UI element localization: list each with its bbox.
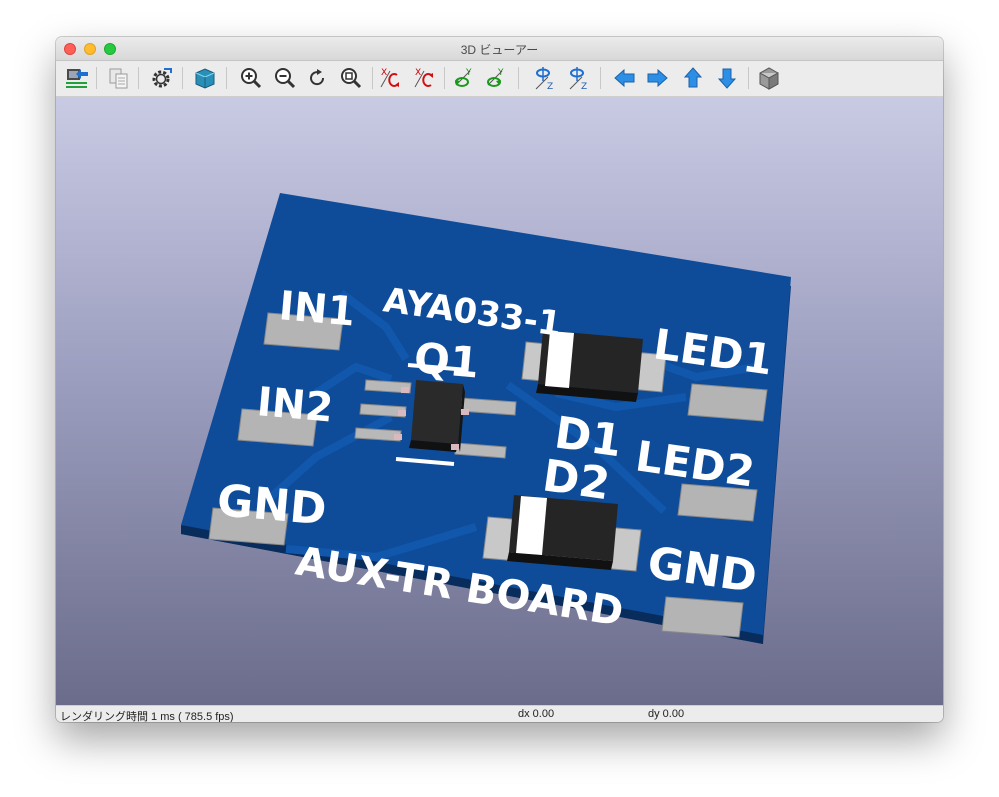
dy-status: dy 0.00 — [648, 708, 685, 720]
ortho-view-button[interactable] — [756, 65, 782, 91]
arrow-right-icon — [647, 68, 668, 88]
pan-up-button[interactable] — [680, 65, 706, 91]
ortho-cube-icon — [759, 67, 779, 90]
render-time-status: レンダリング時間 1 ms ( 785.5 fps) — [60, 711, 234, 722]
rotate-y-cw-icon: Y — [455, 68, 472, 87]
zoom-in-button[interactable] — [238, 65, 264, 91]
silk-gnd-left: GND — [215, 475, 328, 535]
svg-text:X: X — [415, 68, 421, 78]
svg-text:Z: Z — [581, 82, 587, 91]
arrow-left-icon — [614, 68, 635, 88]
rotate-z-cw-button[interactable]: Z — [532, 65, 558, 91]
3d-viewport[interactable]: IN1 AYA033-1 IN2 GND Q1 LED1 D1 LED2 D2 … — [56, 97, 943, 705]
toolbar: X X Y Y Z Z — [56, 61, 943, 97]
pan-right-button[interactable] — [644, 65, 670, 91]
svg-text:Z: Z — [547, 82, 553, 91]
viewer-window: 3D ビューアー X X Y Y Z Z IN1 AYA033-1 IN2 GN… — [56, 37, 943, 722]
reload-board-icon — [66, 69, 88, 88]
silk-in1: IN1 — [277, 283, 357, 335]
cube-render-icon — [195, 68, 215, 89]
svg-text:X: X — [381, 68, 387, 78]
copy-icon — [109, 68, 128, 89]
rotate-x-cw-icon: X — [380, 68, 399, 88]
zoom-fit-button[interactable] — [338, 65, 364, 91]
status-bar: レンダリング時間 1 ms ( 785.5 fps) dx 0.00 dy 0.… — [56, 705, 943, 722]
rotate-z-cw-icon: Z — [535, 67, 553, 91]
reload-board-button[interactable] — [64, 65, 90, 91]
redraw-button[interactable] — [304, 65, 330, 91]
rotate-y-ccw-icon: Y — [487, 68, 504, 87]
pan-down-button[interactable] — [714, 65, 740, 91]
pad-led1 — [687, 383, 768, 422]
window-title: 3D ビューアー — [460, 43, 539, 57]
pad-gnd-right — [661, 596, 744, 638]
rotate-x-ccw-button[interactable]: X — [412, 65, 438, 91]
zoom-out-icon — [275, 68, 296, 89]
refresh-icon — [310, 69, 325, 86]
silk-q1: Q1 — [412, 333, 481, 387]
dx-status: dx 0.00 — [518, 708, 555, 720]
copy-image-button[interactable] — [106, 65, 132, 91]
pcb-3d-render: IN1 AYA033-1 IN2 GND Q1 LED1 D1 LED2 D2 … — [181, 193, 791, 644]
rotate-y-ccw-button[interactable]: Y — [484, 65, 510, 91]
zoom-in-icon — [241, 68, 262, 89]
pan-left-button[interactable] — [612, 65, 638, 91]
rotate-z-ccw-icon: Z — [569, 67, 587, 91]
gear-icon — [152, 68, 172, 88]
settings-button[interactable] — [148, 65, 174, 91]
arrow-down-icon — [717, 68, 737, 89]
zoom-out-button[interactable] — [272, 65, 298, 91]
rotate-x-ccw-icon: X — [414, 68, 433, 88]
silk-in2: IN2 — [255, 379, 335, 431]
rotate-y-cw-button[interactable]: Y — [452, 65, 478, 91]
titlebar: 3D ビューアー — [56, 37, 943, 61]
rotate-z-ccw-button[interactable]: Z — [566, 65, 592, 91]
arrow-up-icon — [683, 67, 703, 88]
zoom-fit-icon — [341, 68, 362, 89]
rotate-x-cw-button[interactable]: X — [378, 65, 404, 91]
raytrace-button[interactable] — [192, 65, 218, 91]
silk-d2: D2 — [539, 450, 613, 510]
